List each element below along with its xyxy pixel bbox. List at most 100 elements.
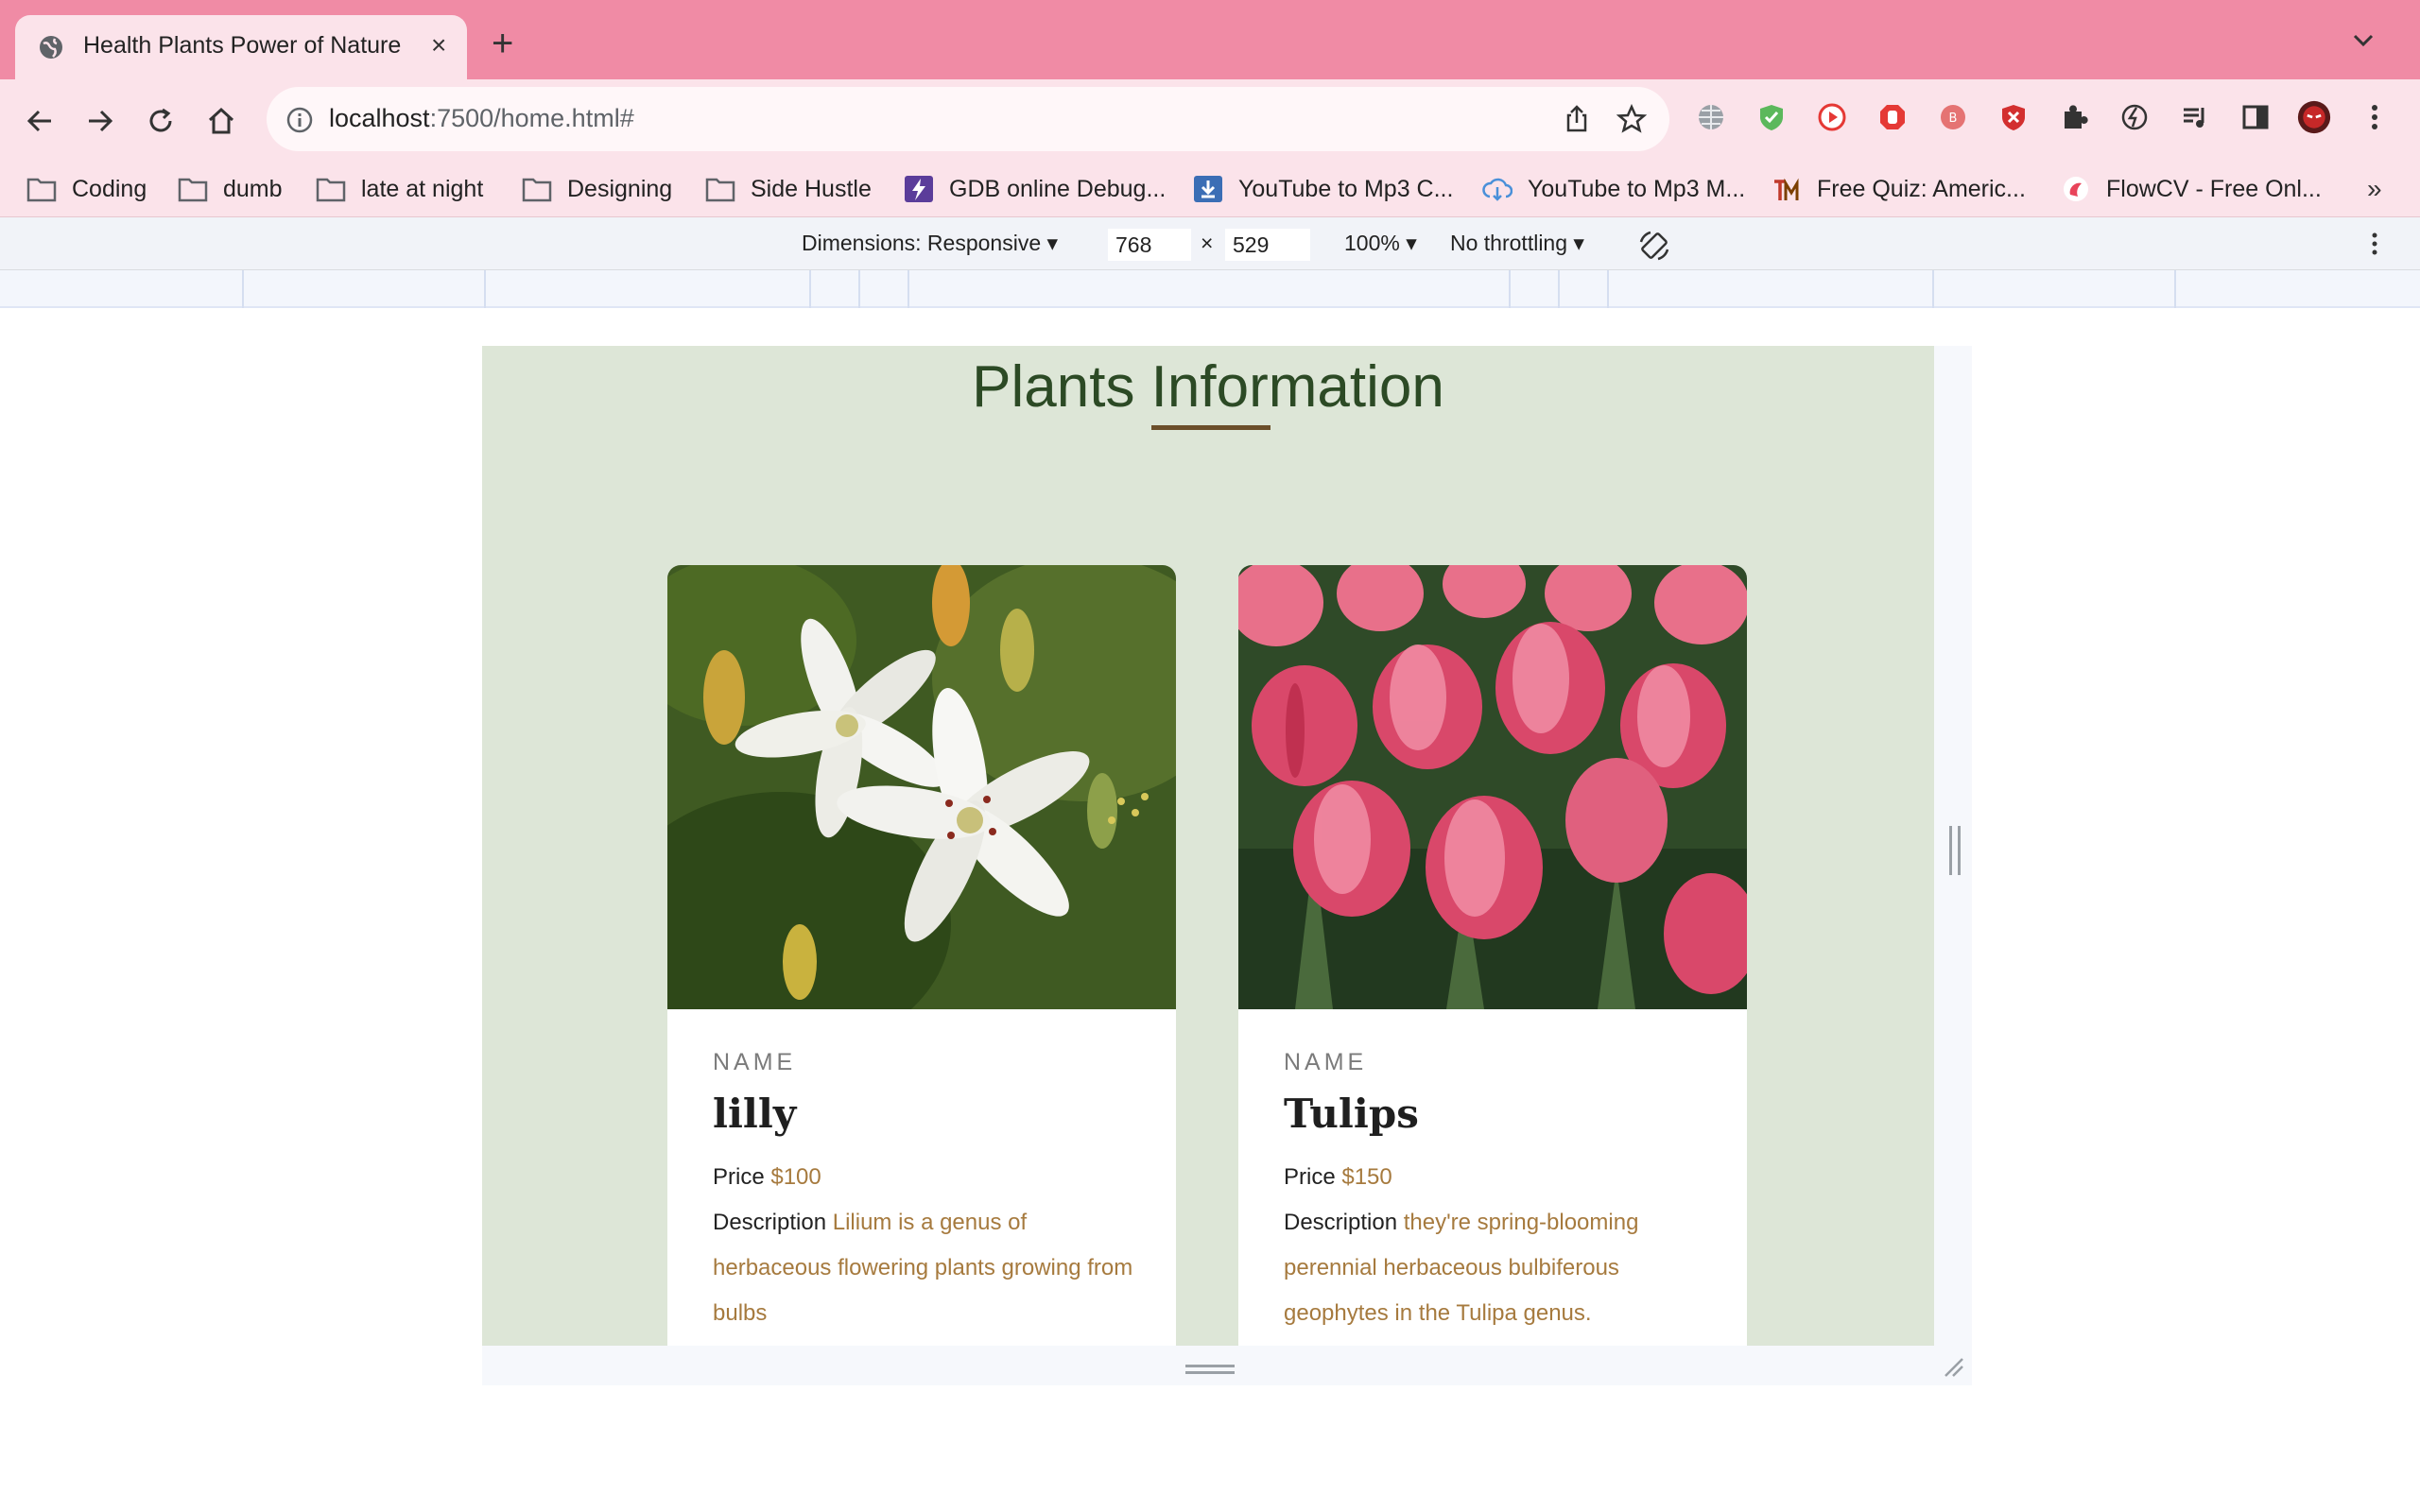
- bookmark-label: YouTube to Mp3 M...: [1528, 175, 1746, 202]
- download-icon: [1194, 176, 1222, 202]
- shield-check-icon[interactable]: [1754, 100, 1789, 134]
- chevron-down-icon[interactable]: [2350, 28, 2377, 51]
- caret-down-icon: ▾: [1573, 231, 1584, 255]
- tab-title: Health Plants Power of Nature: [83, 32, 402, 59]
- card-plant-name: lilly: [713, 1091, 797, 1137]
- card-price: Price $100: [713, 1155, 1138, 1200]
- bookmark-youtube-mp3-m[interactable]: YouTube to Mp3 M...: [1482, 170, 1745, 208]
- price-label: Price: [1284, 1164, 1336, 1190]
- bookmark-label: Free Quiz: Americ...: [1817, 175, 2026, 202]
- emulated-viewport-area: Plants Information NAME lilly Price $100…: [0, 308, 2420, 1512]
- browser-toolbar: localhost:7500/home.html# B: [0, 79, 2420, 161]
- bookmark-label: dumb: [223, 175, 283, 202]
- arrow-left-icon: [26, 110, 51, 132]
- width-input[interactable]: [1108, 229, 1191, 261]
- bookmark-dumb[interactable]: dumb: [178, 170, 283, 208]
- bookmark-youtube-mp3-c[interactable]: YouTube to Mp3 C...: [1193, 170, 1453, 208]
- folder-icon: [316, 178, 346, 202]
- browser-tab[interactable]: Health Plants Power of Nature ×: [15, 15, 467, 79]
- bookmark-free-quiz[interactable]: Free Quiz: Americ...: [1772, 170, 2026, 208]
- flowcv-icon: [2064, 177, 2088, 201]
- gdb-icon: [905, 176, 933, 202]
- card-description: Description Lilium is a genus of herbace…: [713, 1200, 1138, 1336]
- title-underline: [1151, 425, 1270, 430]
- reload-icon: [149, 108, 172, 132]
- share-icon[interactable]: [1562, 104, 1592, 134]
- viewport-width-resize-handle[interactable]: [1949, 826, 1961, 875]
- youtube-record-icon[interactable]: [1815, 100, 1849, 134]
- plant-card-lilly: NAME lilly Price $100 Description Lilium…: [667, 565, 1176, 1346]
- card-name-label: NAME: [713, 1049, 797, 1075]
- folder-icon: [178, 178, 208, 202]
- rotate-icon[interactable]: [1637, 229, 1671, 263]
- tulips-image: [1238, 565, 1747, 1009]
- profile-avatar[interactable]: [2297, 100, 2331, 134]
- lily-image: [667, 565, 1176, 1009]
- url-text[interactable]: localhost:7500/home.html#: [329, 104, 634, 133]
- home-icon: [208, 107, 234, 134]
- performance-icon[interactable]: [2118, 100, 2152, 134]
- device-toolbar-menu-icon[interactable]: [2361, 231, 2388, 257]
- bookmark-flowcv[interactable]: FlowCV - Free Onl...: [2061, 170, 2322, 208]
- bookmark-label: Coding: [72, 175, 147, 202]
- dimensions-label: Dimensions: Responsive: [802, 231, 1042, 255]
- cloud-download-icon: [1482, 178, 1512, 201]
- folder-icon: [705, 178, 735, 202]
- svg-text:B: B: [1949, 112, 1958, 126]
- browser-menu-icon[interactable]: [2358, 100, 2392, 134]
- card-description: Description they're spring-blooming pere…: [1284, 1200, 1709, 1336]
- corner-resize-icon[interactable]: [1942, 1355, 1964, 1378]
- quiz-icon: [1774, 178, 1799, 200]
- reload-button[interactable]: [140, 100, 182, 142]
- back-button[interactable]: [19, 100, 60, 142]
- bookmark-designing[interactable]: Designing: [522, 170, 672, 208]
- bookmark-label: FlowCV - Free Onl...: [2106, 175, 2322, 202]
- media-playlist-icon[interactable]: [2178, 100, 2212, 134]
- zoom-select[interactable]: 100% ▾: [1344, 231, 1417, 256]
- folder-icon: [26, 178, 57, 202]
- height-input[interactable]: [1225, 229, 1310, 261]
- card-price: Price $150: [1284, 1155, 1709, 1200]
- price-value: $100: [770, 1164, 821, 1190]
- description-label: Description: [1284, 1210, 1398, 1235]
- bookmark-star-icon[interactable]: [1616, 104, 1647, 134]
- price-value: $150: [1341, 1164, 1392, 1190]
- caret-down-icon: ▾: [1406, 231, 1417, 255]
- bookmark-coding[interactable]: Coding: [26, 170, 147, 208]
- card-plant-name: Tulips: [1284, 1091, 1419, 1137]
- globe-icon: [40, 36, 62, 59]
- bookmark-label: Designing: [567, 175, 673, 202]
- folder-icon: [522, 178, 552, 202]
- plant-card-tulips: NAME Tulips Price $150 Description they'…: [1238, 565, 1747, 1346]
- home-button[interactable]: [200, 100, 242, 142]
- bookmark-label: Side Hustle: [751, 175, 872, 202]
- bookmark-gdb[interactable]: GDB online Debug...: [904, 170, 1166, 208]
- caret-down-icon: ▾: [1046, 231, 1059, 255]
- side-panel-icon[interactable]: [2238, 100, 2273, 134]
- bookmarks-bar: Coding dumb late at night Designing Side…: [0, 161, 2420, 217]
- throttling-select[interactable]: No throttling ▾: [1450, 231, 1584, 256]
- block-shield-icon[interactable]: [1996, 100, 2031, 134]
- tab-strip: Health Plants Power of Nature × +: [0, 0, 2420, 79]
- bookmarks-overflow-button[interactable]: »: [2367, 174, 2382, 204]
- info-icon[interactable]: [285, 106, 314, 134]
- bing-extension-icon[interactable]: B: [1936, 100, 1970, 134]
- bookmark-late-at-night[interactable]: late at night: [316, 170, 483, 208]
- device-toolbar: Dimensions: Responsive ▾ × 100% ▾ No thr…: [0, 217, 2420, 270]
- arrow-right-icon: [89, 110, 113, 132]
- close-tab-icon[interactable]: ×: [431, 30, 446, 60]
- vpn-globe-icon[interactable]: [1694, 100, 1728, 134]
- adblock-hand-icon[interactable]: [1876, 100, 1910, 134]
- bookmark-side-hustle[interactable]: Side Hustle: [705, 170, 872, 208]
- description-label: Description: [713, 1210, 827, 1235]
- viewport-height-resize-handle[interactable]: [1185, 1365, 1235, 1374]
- puzzle-extensions-icon[interactable]: [2057, 100, 2091, 134]
- url-path: :7500/home.html#: [429, 104, 634, 132]
- address-bar[interactable]: localhost:7500/home.html#: [267, 87, 1669, 151]
- forward-button[interactable]: [79, 100, 121, 142]
- price-label: Price: [713, 1164, 765, 1190]
- new-tab-button[interactable]: +: [492, 25, 513, 62]
- dimensions-select[interactable]: Dimensions: Responsive ▾: [802, 231, 1058, 256]
- bookmark-label: YouTube to Mp3 C...: [1238, 175, 1454, 202]
- bookmark-label: GDB online Debug...: [949, 175, 1167, 202]
